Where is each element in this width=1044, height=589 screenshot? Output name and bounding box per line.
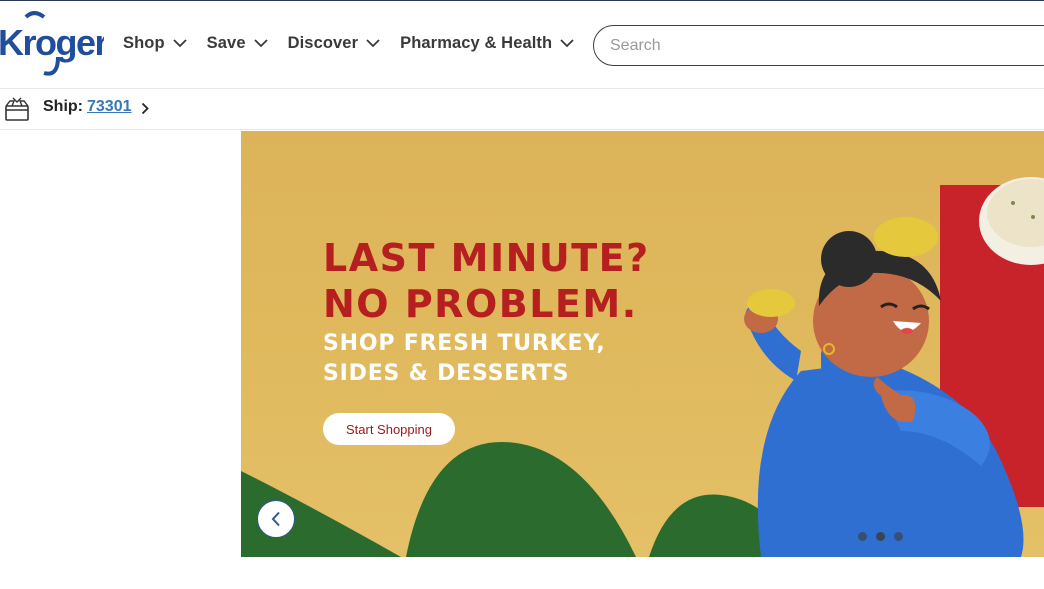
svg-text:Kroger: Kroger <box>0 22 104 63</box>
search-input[interactable] <box>610 26 1044 65</box>
chevron-down-icon <box>173 39 187 48</box>
nav-save[interactable]: Save <box>207 34 268 53</box>
nav-shop[interactable]: Shop <box>123 34 187 53</box>
nav-discover-label: Discover <box>287 34 359 52</box>
hero-headline-line2: NO PROBLEM. <box>323 282 638 326</box>
kroger-logo[interactable]: Kroger <box>0 11 104 77</box>
hero-headline-line1: LAST MINUTE? <box>323 236 650 280</box>
chevron-right-icon[interactable] <box>141 102 149 115</box>
ship-bar: Ship: 73301 <box>0 89 1044 130</box>
hero-subline-line2: SIDES & DESSERTS <box>323 361 570 386</box>
package-box-icon <box>5 97 29 121</box>
chevron-left-icon <box>271 511 280 527</box>
nav-discover[interactable]: Discover <box>288 34 381 53</box>
nav-pharmacy-health-label: Pharmacy & Health <box>400 34 553 52</box>
carousel-dots <box>858 532 912 541</box>
ship-zip-link[interactable]: 73301 <box>87 98 132 116</box>
carousel-dot[interactable] <box>894 532 903 541</box>
site-header: Kroger Shop Save Discover Pharmacy & Hea… <box>0 0 1044 89</box>
hero-subline-line1: SHOP FRESH TURKEY, <box>323 331 606 356</box>
carousel-prev-button[interactable] <box>257 500 295 538</box>
ship-label: Ship: <box>43 98 83 115</box>
nav-shop-label: Shop <box>123 34 165 52</box>
chevron-down-icon <box>560 39 574 48</box>
page: Kroger Shop Save Discover Pharmacy & Hea… <box>0 0 1044 589</box>
search-box <box>593 25 1044 66</box>
nav-pharmacy-health[interactable]: Pharmacy & Health <box>400 34 574 53</box>
chevron-down-icon <box>253 39 268 48</box>
carousel-dot[interactable] <box>858 532 867 541</box>
hero-banner: LAST MINUTE? NO PROBLEM. SHOP FRESH TURK… <box>241 131 1044 557</box>
hero-subline: SHOP FRESH TURKEY, SIDES & DESSERTS <box>323 329 606 389</box>
carousel-dot-active[interactable] <box>876 532 885 541</box>
start-shopping-button[interactable]: Start Shopping <box>323 413 455 445</box>
chevron-down-icon <box>366 39 380 48</box>
main-nav: Shop Save Discover Pharmacy & Health <box>123 34 594 53</box>
nav-save-label: Save <box>206 34 246 52</box>
hero-headline: LAST MINUTE? NO PROBLEM. <box>323 235 650 327</box>
